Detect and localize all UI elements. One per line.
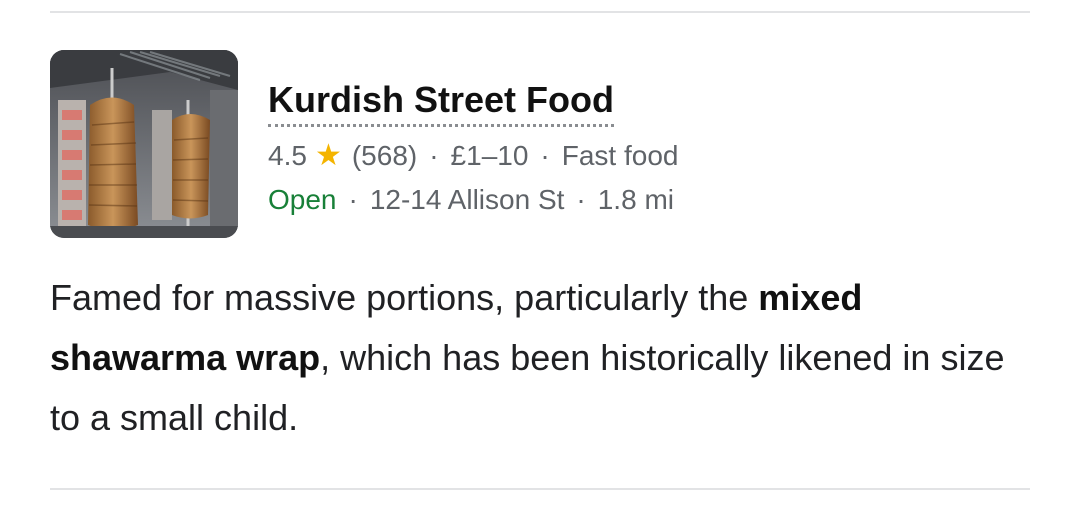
status-row: Open · 12-14 Allison St · 1.8 mi [268,183,678,217]
open-status: Open [268,184,337,215]
address: 12-14 Allison St [369,184,565,215]
separator: · [348,184,358,215]
category: Fast food [561,140,679,171]
review-count[interactable]: (568) [352,139,417,173]
shawarma-photo [50,50,238,238]
place-name-link[interactable]: Kurdish Street Food [268,78,615,127]
separator: · [540,140,550,171]
distance: 1.8 mi [597,184,674,215]
place-description: Famed for massive portions, particularly… [50,268,1040,448]
separator: · [429,140,439,171]
star-icon: ★ [314,139,342,172]
bottom-divider [50,488,1030,490]
separator: · [576,184,586,215]
description-text: Famed for massive portions, particularly… [50,277,759,318]
top-divider [50,11,1030,13]
rating-value: 4.5 [268,140,307,171]
place-photo[interactable] [50,50,238,238]
price-range: £1–10 [450,140,529,171]
place-info: Kurdish Street Food 4.5 ★ (568) · £1–10 … [268,78,678,217]
rating-row: 4.5 ★ (568) · £1–10 · Fast food [268,139,678,173]
